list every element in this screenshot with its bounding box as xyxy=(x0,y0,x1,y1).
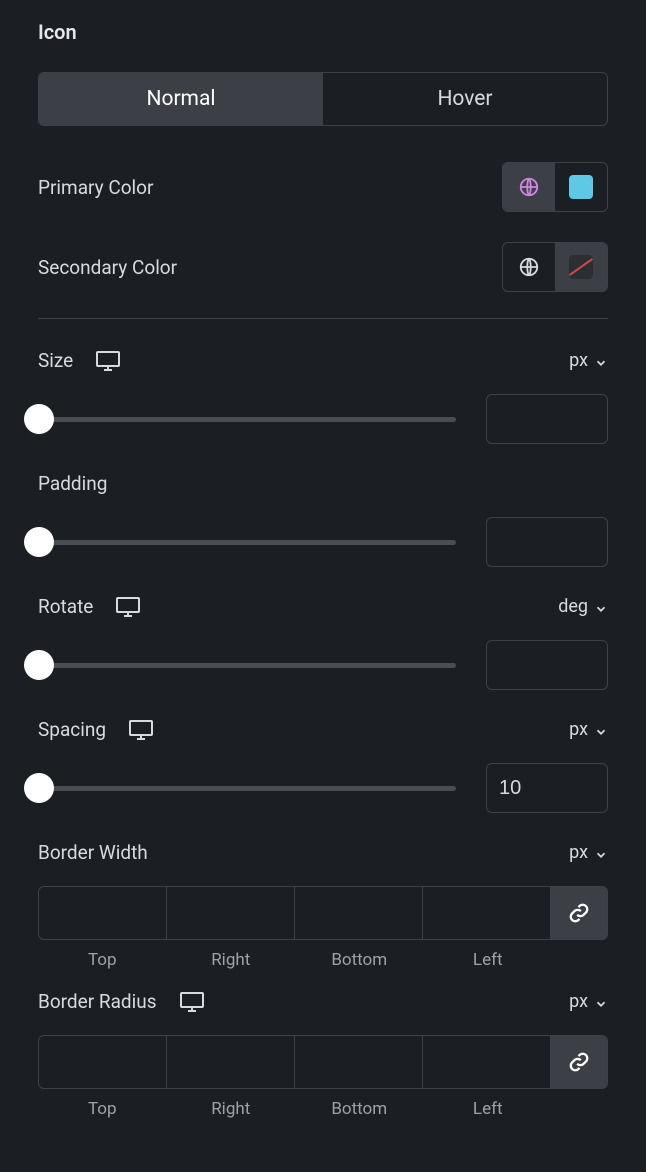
spacing-slider[interactable] xyxy=(24,773,456,803)
chevron-down-icon xyxy=(594,723,608,737)
slider-thumb[interactable] xyxy=(24,773,54,803)
spacing-unit-select[interactable]: px xyxy=(569,719,608,740)
padding-label: Padding xyxy=(38,472,107,495)
padding-control: Padding xyxy=(38,472,608,567)
side-label-top: Top xyxy=(38,950,167,970)
border-width-label: Border Width xyxy=(38,841,148,864)
globe-icon xyxy=(518,256,540,278)
border-radius-link-button[interactable] xyxy=(551,1036,607,1088)
primary-color-swatch-button[interactable] xyxy=(555,163,607,211)
border-radius-control: Border Radius px Top Right Bottom Left xyxy=(38,990,608,1119)
side-label-right: Right xyxy=(167,950,296,970)
border-width-inputs xyxy=(38,886,608,940)
secondary-color-row: Secondary Color xyxy=(38,238,608,296)
chevron-down-icon xyxy=(594,846,608,860)
border-width-unit: px xyxy=(569,842,588,863)
spacing-control: Spacing px xyxy=(38,718,608,813)
secondary-color-global-button[interactable] xyxy=(503,243,555,291)
primary-color-swatch xyxy=(569,175,593,199)
primary-color-global-button[interactable] xyxy=(503,163,555,211)
border-radius-side-labels: Top Right Bottom Left xyxy=(38,1099,608,1119)
border-radius-right-input[interactable] xyxy=(167,1036,295,1088)
side-label-bottom: Bottom xyxy=(295,1099,424,1119)
monitor-icon[interactable] xyxy=(95,350,121,372)
side-label-right: Right xyxy=(167,1099,296,1119)
border-width-side-labels: Top Right Bottom Left xyxy=(38,950,608,970)
secondary-color-label: Secondary Color xyxy=(38,256,177,279)
monitor-icon[interactable] xyxy=(179,991,205,1013)
slider-thumb[interactable] xyxy=(24,650,54,680)
side-label-left: Left xyxy=(424,950,553,970)
size-unit: px xyxy=(569,350,588,371)
padding-input[interactable] xyxy=(486,517,608,567)
section-title: Icon xyxy=(38,20,608,44)
border-width-bottom-input[interactable] xyxy=(295,887,423,939)
size-control: Size px xyxy=(38,349,608,444)
chevron-down-icon xyxy=(594,600,608,614)
globe-icon xyxy=(518,176,540,198)
size-label: Size xyxy=(38,349,73,372)
padding-slider[interactable] xyxy=(24,527,456,557)
border-width-left-input[interactable] xyxy=(423,887,551,939)
secondary-color-swatch-button[interactable] xyxy=(555,243,607,291)
border-radius-inputs xyxy=(38,1035,608,1089)
border-width-unit-select[interactable]: px xyxy=(569,842,608,863)
link-icon xyxy=(568,902,590,924)
slider-thumb[interactable] xyxy=(24,527,54,557)
tab-hover[interactable]: Hover xyxy=(323,73,607,125)
rotate-input[interactable] xyxy=(486,640,608,690)
primary-color-row: Primary Color xyxy=(38,158,608,216)
side-label-bottom: Bottom xyxy=(295,950,424,970)
border-width-top-input[interactable] xyxy=(39,887,167,939)
size-unit-select[interactable]: px xyxy=(569,350,608,371)
border-width-control: Border Width px Top Right Bottom Left xyxy=(38,841,608,970)
border-radius-unit: px xyxy=(569,991,588,1012)
size-input[interactable] xyxy=(486,394,608,444)
border-radius-label: Border Radius xyxy=(38,990,157,1013)
rotate-unit: deg xyxy=(558,596,588,617)
rotate-control: Rotate deg xyxy=(38,595,608,690)
border-width-link-button[interactable] xyxy=(551,887,607,939)
rotate-unit-select[interactable]: deg xyxy=(558,596,608,617)
rotate-slider[interactable] xyxy=(24,650,456,680)
side-label-left: Left xyxy=(424,1099,553,1119)
rotate-label: Rotate xyxy=(38,595,93,618)
divider xyxy=(38,318,608,319)
border-radius-unit-select[interactable]: px xyxy=(569,991,608,1012)
slider-thumb[interactable] xyxy=(24,404,54,434)
spacing-input[interactable] xyxy=(486,763,608,813)
border-radius-bottom-input[interactable] xyxy=(295,1036,423,1088)
side-label-top: Top xyxy=(38,1099,167,1119)
state-tabs: Normal Hover xyxy=(38,72,608,126)
size-slider[interactable] xyxy=(24,404,456,434)
no-color-icon xyxy=(569,255,593,279)
chevron-down-icon xyxy=(594,995,608,1009)
primary-color-toggle xyxy=(502,162,608,212)
spacing-unit: px xyxy=(569,719,588,740)
border-radius-top-input[interactable] xyxy=(39,1036,167,1088)
monitor-icon[interactable] xyxy=(128,719,154,741)
border-radius-left-input[interactable] xyxy=(423,1036,551,1088)
link-icon xyxy=(568,1051,590,1073)
tab-normal[interactable]: Normal xyxy=(39,73,323,125)
primary-color-label: Primary Color xyxy=(38,176,153,199)
chevron-down-icon xyxy=(594,354,608,368)
border-width-right-input[interactable] xyxy=(167,887,295,939)
spacing-label: Spacing xyxy=(38,718,106,741)
monitor-icon[interactable] xyxy=(115,596,141,618)
secondary-color-toggle xyxy=(502,242,608,292)
